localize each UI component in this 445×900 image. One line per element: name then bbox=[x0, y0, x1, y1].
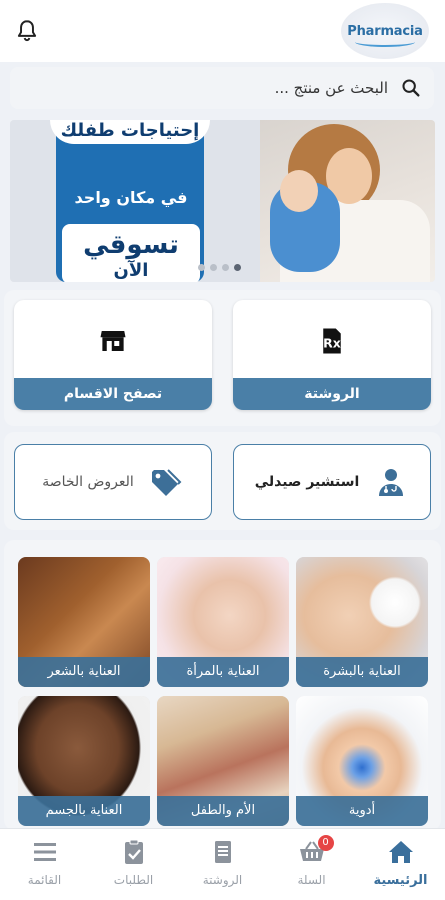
nav-prescription[interactable]: الروشتة bbox=[178, 829, 267, 900]
browse-sections-tile[interactable]: تصفح الاقسام bbox=[14, 300, 212, 410]
prescription-list-icon bbox=[214, 841, 231, 863]
carousel-dot[interactable] bbox=[210, 264, 217, 271]
consult-pharmacist-label: استشير صيدلي bbox=[254, 474, 360, 490]
browse-sections-label: تصفح الاقسام bbox=[14, 378, 212, 410]
search-input[interactable]: البحث عن منتج ... bbox=[275, 79, 388, 97]
banner-cta-sub: الآن bbox=[113, 260, 149, 281]
svg-text:Rx: Rx bbox=[323, 335, 341, 350]
bottom-navigation: القائمة الطلبات الروشتة 0 السلة الرئيسية bbox=[0, 828, 445, 900]
carousel-dot-active[interactable] bbox=[234, 264, 241, 271]
nav-orders[interactable]: الطلبات bbox=[89, 829, 178, 900]
category-label: أدوية bbox=[296, 796, 428, 826]
special-offers-button[interactable]: العروض الخاصة bbox=[14, 444, 212, 520]
logo-swoosh bbox=[355, 37, 415, 47]
store-icon bbox=[100, 331, 126, 351]
nav-orders-label: الطلبات bbox=[113, 873, 154, 887]
prescription-tile[interactable]: Rx الروشتة bbox=[233, 300, 431, 410]
prescription-label: الروشتة bbox=[233, 378, 431, 410]
pharmacist-icon bbox=[379, 469, 404, 496]
category-body-care[interactable]: العناية بالجسم bbox=[18, 696, 150, 826]
nav-menu-label: القائمة bbox=[27, 873, 62, 887]
mother-baby-photo bbox=[260, 120, 435, 282]
top-bar: Pharmacia bbox=[0, 0, 445, 62]
search-bar[interactable]: البحث عن منتج ... bbox=[10, 67, 434, 109]
nav-menu[interactable]: القائمة bbox=[0, 829, 89, 900]
category-medicine[interactable]: أدوية bbox=[296, 696, 428, 826]
prescription-icon: Rx bbox=[323, 328, 341, 354]
category-hair-care[interactable]: العناية بالشعر bbox=[18, 557, 150, 687]
carousel-dot[interactable] bbox=[222, 264, 229, 271]
bell-icon[interactable] bbox=[14, 18, 40, 44]
category-skin-care[interactable]: العناية بالبشرة bbox=[296, 557, 428, 687]
search-icon bbox=[402, 79, 420, 97]
banner-subline: في مكان واحد bbox=[74, 188, 188, 207]
nav-cart-label: السلة bbox=[297, 873, 326, 887]
orders-icon bbox=[124, 839, 143, 864]
menu-icon bbox=[33, 843, 56, 861]
category-label: الأم والطفل bbox=[157, 796, 289, 826]
cart-count-badge: 0 bbox=[317, 835, 334, 851]
nav-cart[interactable]: 0 السلة bbox=[267, 829, 356, 900]
category-label: العناية بالمرأة bbox=[157, 657, 289, 687]
promo-banner[interactable]: إحتياجات طفلك في مكان واحد تسوقي الآن bbox=[10, 120, 435, 282]
tag-icon bbox=[151, 469, 182, 496]
category-label: العناية بالجسم bbox=[18, 796, 150, 826]
carousel-indicator[interactable] bbox=[198, 264, 241, 271]
nav-home[interactable]: الرئيسية bbox=[356, 829, 445, 900]
special-offers-label: العروض الخاصة bbox=[42, 474, 134, 490]
category-women-care[interactable]: العناية بالمرأة bbox=[157, 557, 289, 687]
consult-pharmacist-button[interactable]: استشير صيدلي bbox=[233, 444, 431, 520]
nav-home-label: الرئيسية bbox=[373, 873, 428, 888]
pharmacia-logo: Pharmacia bbox=[341, 3, 429, 59]
carousel-dot[interactable] bbox=[198, 264, 205, 271]
nav-prescription-label: الروشتة bbox=[202, 873, 243, 887]
category-label: العناية بالشعر bbox=[18, 657, 150, 687]
category-mother-child[interactable]: الأم والطفل bbox=[157, 696, 289, 826]
home-icon bbox=[388, 841, 413, 863]
banner-cta: تسوقي bbox=[83, 230, 179, 260]
category-label: العناية بالبشرة bbox=[296, 657, 428, 687]
banner-headline: إحتياجات طفلك bbox=[50, 120, 210, 144]
